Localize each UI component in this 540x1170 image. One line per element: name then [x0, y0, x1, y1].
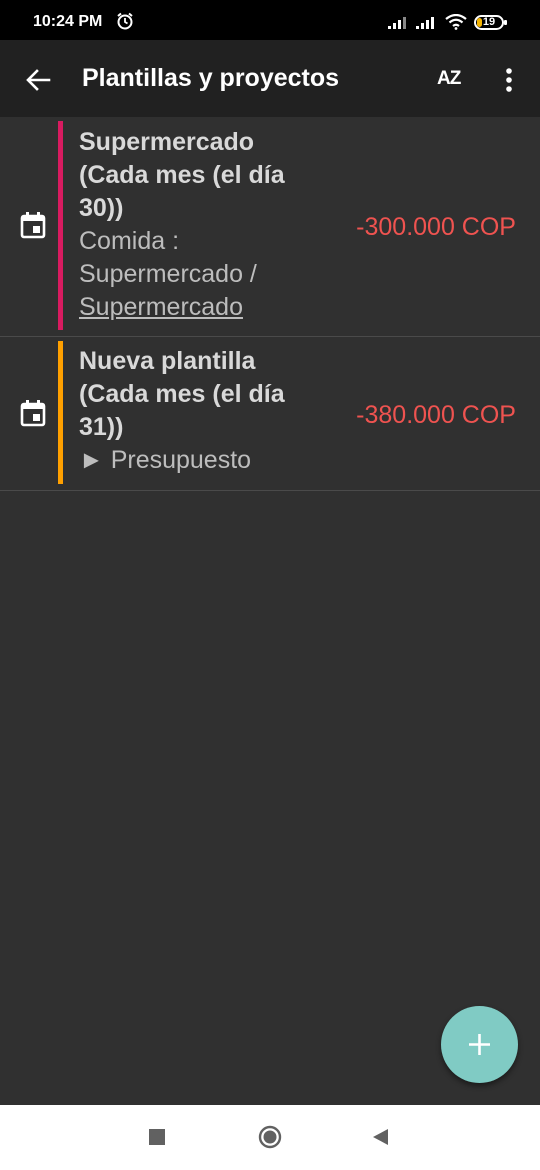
signal-icon: [388, 17, 406, 29]
battery-level: 19: [482, 16, 496, 28]
back-arrow-icon[interactable]: [24, 66, 52, 94]
signal-icon: [416, 17, 434, 29]
sort-az-icon: AZ: [437, 68, 461, 89]
sort-button[interactable]: AZ: [435, 64, 471, 96]
calendar-icon: [20, 400, 46, 427]
item-subtitle: ► Presupuesto: [79, 446, 252, 474]
color-stripe: [58, 341, 63, 484]
calendar-icon: [20, 212, 46, 239]
app-bar: Plantillas y proyectos AZ: [0, 40, 540, 117]
status-bar: 10:24 PM 19: [0, 0, 540, 40]
more-options-icon[interactable]: [498, 66, 520, 94]
battery-fill: [477, 18, 483, 27]
list-item[interactable]: Supermercado (Cada mes (el día 30)) Comi…: [0, 117, 540, 337]
system-nav-bar: [0, 1105, 540, 1170]
recents-button[interactable]: [149, 1129, 165, 1145]
color-stripe: [58, 121, 63, 330]
wifi-icon: [445, 14, 467, 30]
back-triangle-icon[interactable]: [371, 1128, 389, 1146]
item-amount: -300.000 COP: [356, 213, 516, 241]
alarm-icon: [117, 12, 133, 30]
category-path: Comida : Supermercado /: [79, 227, 257, 288]
item-title: Supermercado (Cada mes (el día 30)): [79, 128, 285, 222]
list-item[interactable]: Nueva plantilla (Cada mes (el día 31)) ►…: [0, 337, 540, 491]
status-time: 10:24 PM: [33, 13, 103, 30]
item-amount: -380.000 COP: [356, 401, 516, 429]
item-category: Comida : Supermercado / Supermercado: [79, 225, 319, 324]
plus-icon: [469, 1034, 490, 1055]
battery-icon: 19: [474, 15, 507, 30]
item-title: Nueva plantilla (Cada mes (el día 31)): [79, 347, 285, 441]
category-link[interactable]: Supermercado: [79, 293, 243, 321]
page-title: Plantillas y proyectos: [82, 64, 340, 92]
templates-list: Supermercado (Cada mes (el día 30)) Comi…: [0, 117, 540, 491]
home-button[interactable]: [258, 1125, 282, 1149]
add-template-button[interactable]: [441, 1006, 518, 1083]
